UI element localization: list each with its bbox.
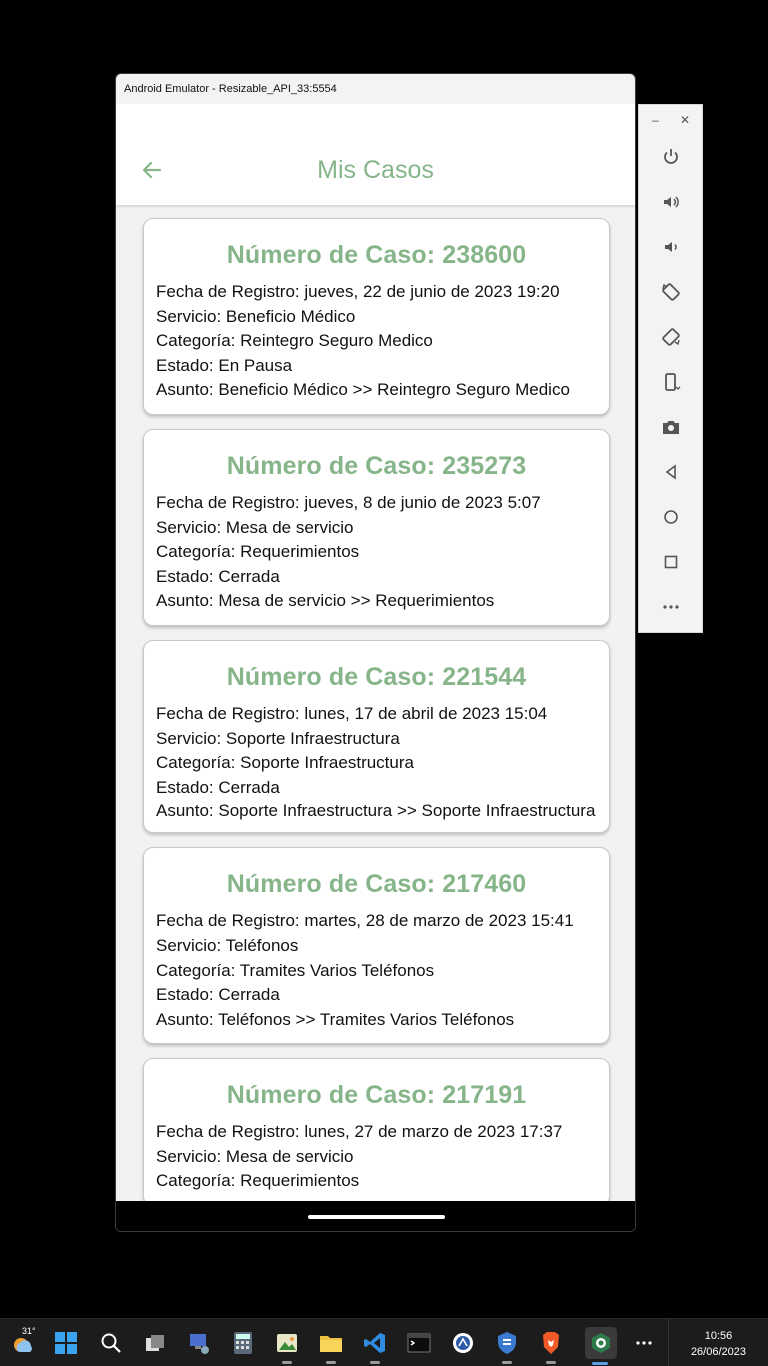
- taskbar: 31° 10:56 26/06/2023: [0, 1318, 768, 1366]
- case-categoria: Categoría: Soporte Infraestructura: [156, 753, 414, 773]
- close-icon[interactable]: ✕: [680, 113, 690, 127]
- case-card[interactable]: Número de Caso: 221544 Fecha de Registro…: [143, 639, 610, 834]
- case-servicio: Servicio: Mesa de servicio: [156, 517, 354, 537]
- case-servicio: Servicio: Teléfonos: [156, 935, 299, 955]
- case-servicio: Servicio: Soporte Infraestructura: [156, 728, 400, 748]
- case-estado: Estado: Cerrada: [156, 777, 280, 797]
- rotate-right-icon[interactable]: [655, 321, 687, 353]
- case-number: Número de Caso: 217191: [226, 1081, 527, 1110]
- minimize-icon[interactable]: –: [652, 113, 659, 127]
- app-bar: Mis Casos: [116, 104, 635, 205]
- volume-down-icon[interactable]: [655, 231, 687, 263]
- case-categoria: Categoría: Reintegro Seguro Medico: [156, 331, 433, 351]
- start-windows-icon[interactable]: [51, 1328, 81, 1358]
- camera-icon[interactable]: [655, 411, 687, 443]
- toolbar-window-controls: – ✕: [639, 113, 702, 133]
- case-fecha: Fecha de Registro: lunes, 27 de marzo de…: [156, 1122, 563, 1142]
- power-icon[interactable]: [655, 141, 687, 173]
- case-categoria: Categoría: Requerimientos: [156, 542, 360, 562]
- case-estado: Estado: Cerrada: [156, 985, 280, 1005]
- brave-browser-icon[interactable]: [536, 1328, 566, 1364]
- app-blue-circle-icon[interactable]: [448, 1328, 478, 1358]
- device-screen: Mis Casos Número de Caso: 238600 Fecha d…: [116, 104, 635, 1203]
- case-servicio: Servicio: Beneficio Médico: [156, 306, 356, 326]
- overflow-ellipsis-icon[interactable]: [629, 1328, 659, 1358]
- case-asunto: Asunto: Mesa de servicio >> Requerimient…: [156, 591, 495, 611]
- weather-temp: 31°: [22, 1326, 36, 1336]
- case-card[interactable]: Número de Caso: 217191 Fecha de Registro…: [143, 1058, 610, 1203]
- page-title: Mis Casos: [317, 156, 434, 184]
- case-asunto: Asunto: Teléfonos >> Tramites Varios Tel…: [156, 1009, 515, 1029]
- clock-date: 26/06/2023: [690, 1346, 746, 1358]
- image-editor-icon[interactable]: [272, 1328, 302, 1364]
- emulator-toolbar: – ✕: [638, 104, 703, 633]
- case-fecha: Fecha de Registro: jueves, 22 de junio d…: [156, 282, 560, 301]
- clock-time: 10:56: [704, 1330, 733, 1342]
- file-explorer-icon[interactable]: [316, 1328, 346, 1364]
- active-indicator: [282, 1361, 292, 1364]
- case-fecha: Fecha de Registro: lunes, 17 de abril de…: [156, 703, 548, 723]
- emulator-titlebar[interactable]: Android Emulator - Resizable_API_33:5554: [116, 74, 635, 104]
- case-card[interactable]: Número de Caso: 238600 Fecha de Registro…: [143, 218, 610, 415]
- system-clock[interactable]: 10:56 26/06/2023: [691, 1328, 746, 1360]
- case-card[interactable]: Número de Caso: 217460 Fecha de Registro…: [143, 847, 610, 1045]
- overview-square-icon[interactable]: [655, 546, 687, 578]
- more-options-icon[interactable]: [655, 591, 687, 623]
- emulator-window: Android Emulator - Resizable_API_33:5554…: [115, 73, 636, 1232]
- case-number: Número de Caso: 235273: [226, 451, 527, 480]
- active-indicator: [502, 1361, 512, 1364]
- fold-device-icon[interactable]: [655, 366, 687, 398]
- terminal-icon[interactable]: [404, 1328, 434, 1358]
- gesture-handle[interactable]: [308, 1215, 445, 1219]
- back-triangle-icon[interactable]: [655, 456, 687, 488]
- home-circle-icon[interactable]: [655, 501, 687, 533]
- volume-up-icon[interactable]: [655, 186, 687, 218]
- case-card[interactable]: Número de Caso: 235273 Fecha de Registro…: [143, 428, 610, 626]
- case-fecha: Fecha de Registro: martes, 28 de marzo d…: [156, 911, 574, 931]
- case-number: Número de Caso: 217460: [226, 870, 527, 899]
- android-studio-icon[interactable]: [585, 1327, 617, 1365]
- active-indicator: [370, 1361, 380, 1364]
- search-icon[interactable]: [96, 1328, 126, 1358]
- task-view-icon[interactable]: [140, 1328, 170, 1358]
- calculator-icon[interactable]: [228, 1328, 258, 1358]
- case-categoria: Categoría: Tramites Varios Teléfonos: [156, 960, 435, 980]
- network-app-icon[interactable]: [184, 1328, 214, 1358]
- cases-list[interactable]: Número de Caso: 238600 Fecha de Registro…: [116, 205, 635, 1203]
- active-indicator: [546, 1361, 556, 1364]
- case-fecha: Fecha de Registro: jueves, 8 de junio de…: [156, 492, 541, 512]
- case-estado: Estado: En Pausa: [156, 355, 293, 375]
- case-number: Número de Caso: 221544: [226, 662, 527, 691]
- case-categoria: Categoría: Requerimientos: [156, 1171, 360, 1191]
- case-asunto: Asunto: Soporte Infraestructura >> Sopor…: [156, 801, 596, 821]
- case-number: Número de Caso: 238600: [226, 241, 527, 269]
- case-servicio: Servicio: Mesa de servicio: [156, 1146, 354, 1166]
- case-asunto: Asunto: Beneficio Médico >> Reintegro Se…: [156, 380, 570, 400]
- vscode-icon[interactable]: [360, 1328, 390, 1364]
- tray-divider: [668, 1319, 669, 1366]
- active-indicator: [326, 1361, 336, 1364]
- active-indicator: [592, 1362, 608, 1365]
- rotate-left-icon[interactable]: [655, 276, 687, 308]
- case-estado: Estado: Cerrada: [156, 566, 280, 586]
- android-nav-bar: [116, 1201, 635, 1231]
- security-shield-icon[interactable]: [492, 1328, 522, 1364]
